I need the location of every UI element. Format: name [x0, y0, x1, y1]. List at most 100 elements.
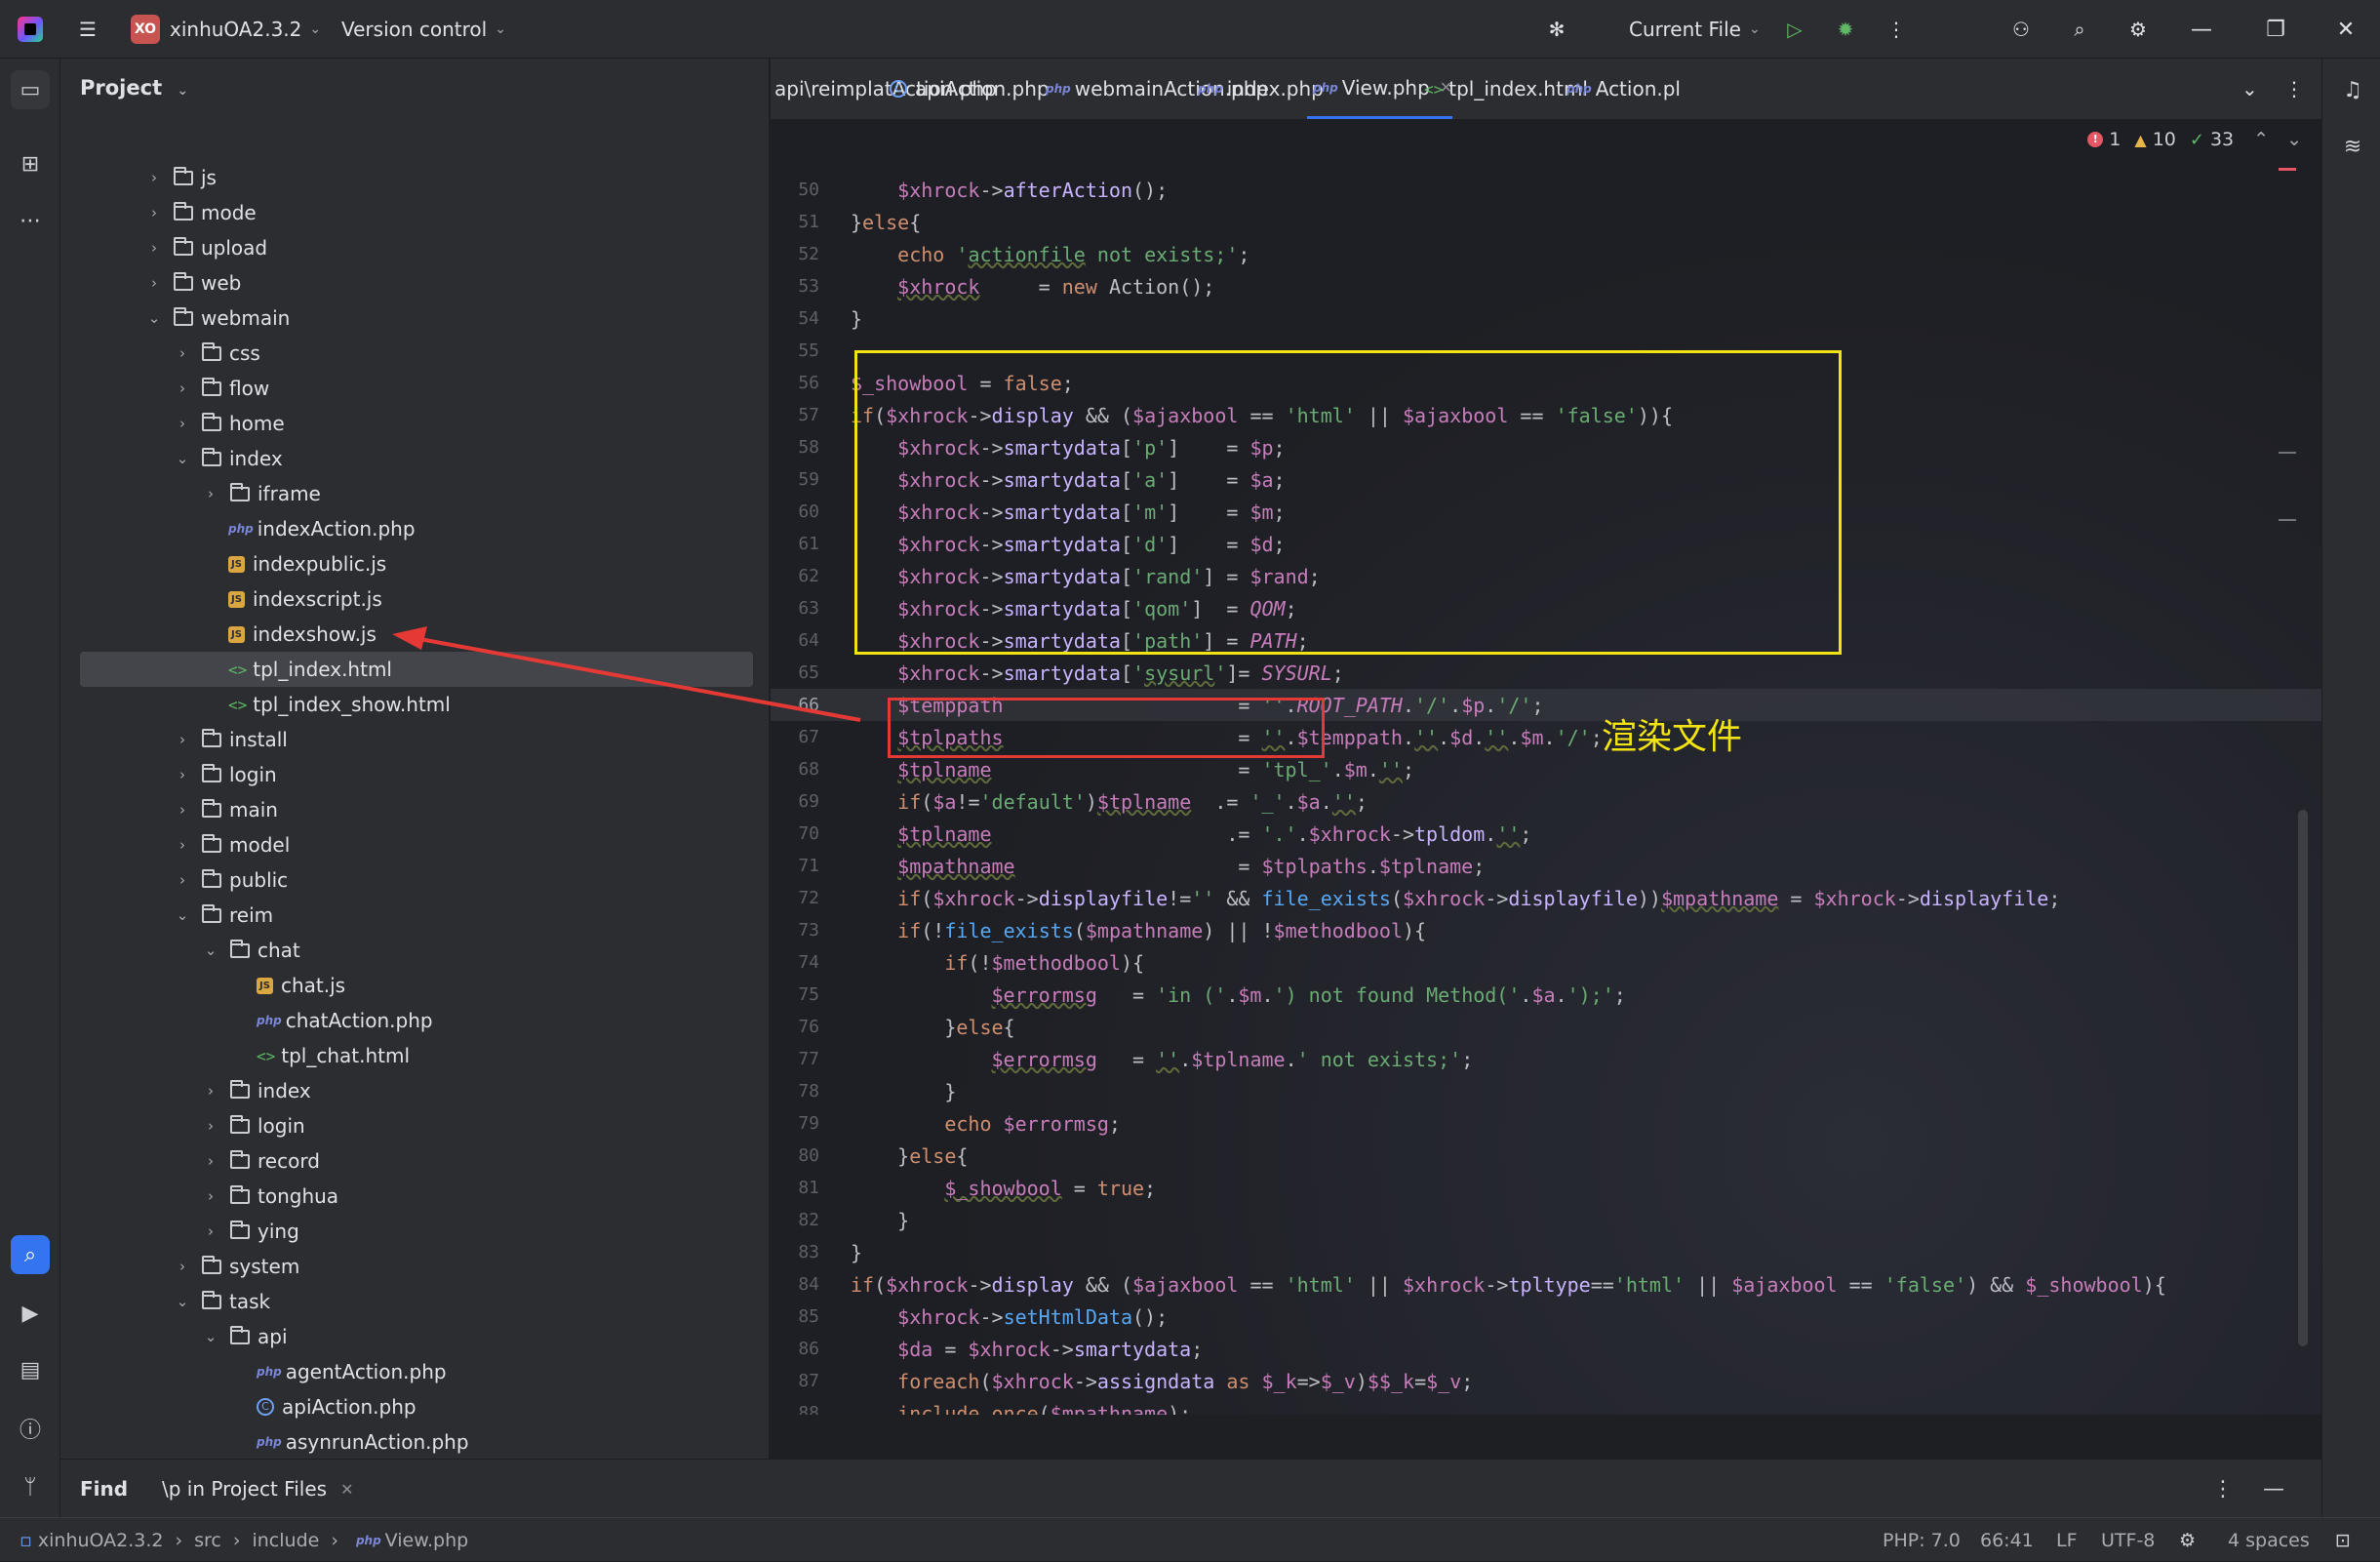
chevron-up-icon[interactable]: ⌃: [2253, 129, 2269, 150]
project-tool-folder-icon[interactable]: ▭: [11, 70, 50, 109]
indent-setting[interactable]: 4 spaces: [2228, 1518, 2310, 1562]
chevron-right-icon[interactable]: ›: [201, 485, 220, 502]
code-line[interactable]: 87 foreach($xhrock->assigndata as $_k=>$…: [771, 1365, 2321, 1397]
add-user-icon[interactable]: ⚇: [2002, 10, 2041, 49]
tree-file[interactable]: JS indexscript.js: [60, 581, 769, 617]
code-line[interactable]: 81 $_showbool = true;: [771, 1172, 2321, 1204]
code-line[interactable]: 76 }else{: [771, 1011, 2321, 1043]
chevron-right-icon[interactable]: ›: [173, 801, 192, 819]
chevron-right-icon[interactable]: ›: [173, 415, 192, 432]
tree-file[interactable]: JS chat.js: [60, 968, 769, 1003]
chevron-down-icon[interactable]: ⌄: [173, 1293, 192, 1310]
editor-tab[interactable]: php index.php: [1192, 59, 1324, 119]
tree-folder[interactable]: › model: [60, 827, 769, 862]
tree-file[interactable]: JS indexshow.js: [60, 617, 769, 652]
code-line[interactable]: 52 echo 'actionfile not exists;';: [771, 238, 2321, 270]
code-line[interactable]: 85 $xhrock->setHtmlData();: [771, 1301, 2321, 1333]
breadcrumb-item-file[interactable]: View.php: [385, 1530, 469, 1551]
find-tool-search-icon[interactable]: ⌕: [11, 1235, 50, 1274]
debug-bug-icon[interactable]: ✻: [1537, 10, 1576, 49]
tree-folder[interactable]: › web: [60, 265, 769, 300]
code-line[interactable]: 75 $errormsg = 'in ('.$m.') not found Me…: [771, 979, 2321, 1011]
code-line[interactable]: 79 echo $errormsg;: [771, 1107, 2321, 1140]
code-line[interactable]: 69 if($a!='default')$tplname .= '_'.$a.'…: [771, 785, 2321, 818]
project-panel-header[interactable]: Project ⌄: [80, 76, 188, 100]
chevron-right-icon[interactable]: ›: [173, 1258, 192, 1275]
tree-folder[interactable]: › system: [60, 1249, 769, 1284]
code-line[interactable]: 54}: [771, 302, 2321, 335]
run-play-icon[interactable]: ▷: [1775, 10, 1814, 49]
tree-folder[interactable]: › css: [60, 336, 769, 371]
tree-folder[interactable]: ⌄ task: [60, 1284, 769, 1319]
php-level[interactable]: PHP: 7.0: [1883, 1518, 1961, 1562]
tabs-overflow-chevron-icon[interactable]: ⌄: [2241, 59, 2258, 119]
chevron-down-icon[interactable]: ⌄: [173, 450, 192, 467]
error-stripe-marker[interactable]: [2279, 168, 2296, 171]
tree-file[interactable]: php agentAction.php: [60, 1354, 769, 1389]
chevron-right-icon[interactable]: ›: [173, 836, 192, 854]
tree-file[interactable]: JS indexpublic.js: [60, 546, 769, 581]
hide-panel-icon[interactable]: —: [2263, 1460, 2284, 1518]
tree-folder[interactable]: ⌄ chat: [60, 933, 769, 968]
tree-folder[interactable]: › js: [60, 160, 769, 195]
caret-position[interactable]: 66:41: [1980, 1518, 2034, 1562]
code-line[interactable]: 88 include_once($mpathname);: [771, 1397, 2321, 1416]
tree-folder[interactable]: ⌄ webmain: [60, 300, 769, 336]
tree-folder[interactable]: › home: [60, 406, 769, 441]
tree-folder[interactable]: › login: [60, 757, 769, 792]
code-line[interactable]: 74 if(!$methodbool){: [771, 946, 2321, 979]
chevron-right-icon[interactable]: ›: [201, 1222, 220, 1240]
code-line[interactable]: 53 $xhrock = new Action();: [771, 270, 2321, 302]
tree-folder[interactable]: › iframe: [60, 476, 769, 511]
chevron-down-icon[interactable]: ⌄: [144, 309, 164, 327]
tree-folder[interactable]: ⌄ index: [60, 441, 769, 476]
stripe-marker[interactable]: [2279, 519, 2296, 521]
chevron-right-icon[interactable]: ›: [173, 380, 192, 397]
code-line[interactable]: 65 $xhrock->smartydata['sysurl']= SYSURL…: [771, 657, 2321, 689]
main-menu-icon[interactable]: ☰: [68, 10, 107, 49]
file-encoding[interactable]: UTF-8: [2101, 1518, 2155, 1562]
tree-file[interactable]: <> tpl_chat.html: [60, 1038, 769, 1073]
search-icon[interactable]: ⌕: [2060, 10, 2099, 49]
stripe-marker[interactable]: [2279, 452, 2296, 454]
chevron-right-icon[interactable]: ›: [201, 1117, 220, 1135]
chevron-down-icon[interactable]: ⌄: [2286, 129, 2302, 150]
inspection-settings-icon[interactable]: ⚙: [2179, 1518, 2196, 1562]
code-line[interactable]: 50 $xhrock->afterAction();: [771, 174, 2321, 206]
git-branch-icon[interactable]: ᛘ: [11, 1467, 50, 1506]
code-line[interactable]: 77 $errormsg = ''.$tplname.' not exists;…: [771, 1043, 2321, 1075]
chevron-right-icon[interactable]: ›: [173, 344, 192, 362]
chevron-down-icon[interactable]: ⌄: [173, 906, 192, 924]
chevron-down-icon[interactable]: ⌄: [201, 1328, 220, 1345]
code-line[interactable]: 86 $da = $xhrock->smartydata;: [771, 1333, 2321, 1365]
more-vertical-icon[interactable]: ⋮: [1877, 10, 1916, 49]
chevron-right-icon[interactable]: ›: [173, 731, 192, 748]
tabs-more-icon[interactable]: ⋮: [2284, 59, 2304, 119]
breadcrumb-item-include[interactable]: include: [252, 1530, 319, 1551]
tree-file[interactable]: <> tpl_index_show.html: [60, 687, 769, 722]
debug-icon[interactable]: ✹: [1826, 10, 1865, 49]
line-separator[interactable]: LF: [2056, 1518, 2078, 1562]
chevron-right-icon[interactable]: ›: [173, 871, 192, 889]
tree-folder[interactable]: ⌄ api: [60, 1319, 769, 1354]
editor-tab[interactable]: php Action.pl: [1561, 59, 1681, 119]
chevron-right-icon[interactable]: ›: [201, 1152, 220, 1170]
code-line[interactable]: 71 $mpathname = $tplpaths.$tplname;: [771, 850, 2321, 882]
tree-file[interactable]: <> tpl_index.html: [80, 652, 753, 687]
tree-file[interactable]: php asynrunAction.php: [60, 1424, 769, 1459]
project-selector[interactable]: XO xinhuOA2.3.2 ⌄: [131, 0, 321, 59]
close-icon[interactable]: ✕: [340, 1480, 353, 1499]
code-line[interactable]: 51}else{: [771, 206, 2321, 238]
lock-icon[interactable]: ⊡: [2335, 1518, 2351, 1562]
code-line[interactable]: 73 if(!file_exists($mpathname) || !$meth…: [771, 914, 2321, 946]
terminal-icon[interactable]: ▤: [11, 1350, 50, 1389]
chevron-right-icon[interactable]: ›: [201, 1082, 220, 1100]
breadcrumb-item-project[interactable]: xinhuOA2.3.2: [38, 1530, 164, 1551]
tree-folder[interactable]: › tonghua: [60, 1179, 769, 1214]
database-icon[interactable]: ≋: [2333, 127, 2372, 166]
editor-scrollbar[interactable]: [2298, 810, 2308, 1346]
tree-folder[interactable]: › login: [60, 1108, 769, 1143]
code-line[interactable]: 70 $tplname .= '.'.$xhrock->tpldom.'';: [771, 818, 2321, 850]
code-line[interactable]: 82 }: [771, 1204, 2321, 1236]
tree-folder[interactable]: › install: [60, 722, 769, 757]
